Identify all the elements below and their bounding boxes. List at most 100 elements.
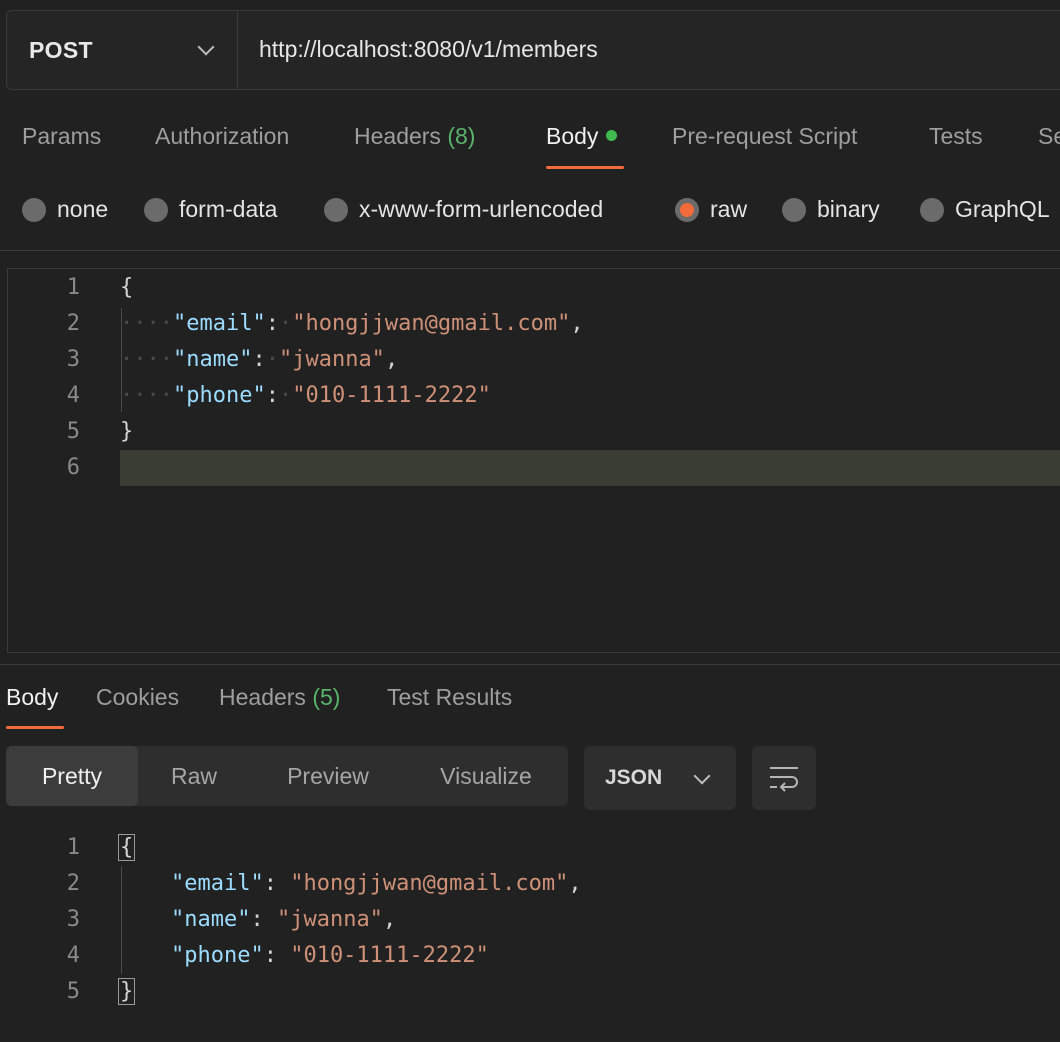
response-tab-headers-label: Headers — [219, 684, 306, 710]
line-number: 3 — [66, 347, 80, 372]
format-dropdown[interactable]: JSON — [584, 746, 736, 810]
code-line: "phone": "010-1111-2222" — [170, 943, 489, 968]
line-number: 4 — [66, 943, 80, 968]
tab-headers-label: Headers — [354, 123, 441, 149]
body-modified-dot-icon — [606, 130, 618, 141]
tab-pre-request-script[interactable]: Pre-request Script — [672, 123, 857, 150]
indent-whitespace: ···· — [120, 383, 173, 408]
wrap-lines-icon — [770, 767, 798, 792]
tab-tests[interactable]: Tests — [929, 123, 983, 150]
code-line: { — [118, 830, 582, 866]
radio-form-data[interactable]: form-data — [144, 196, 277, 223]
json-key: "phone" — [170, 943, 264, 968]
headers-count-badge: (8) — [447, 123, 476, 149]
code-line: ····"phone":·"010-1111-2222" — [120, 383, 491, 408]
code-line: } — [120, 414, 584, 450]
tab-authorization[interactable]: Authorization — [155, 123, 289, 150]
radio-form-data-icon — [144, 197, 168, 222]
method-dropdown[interactable]: POST — [7, 11, 238, 89]
line-number: 2 — [66, 871, 80, 896]
url-input[interactable]: http://localhost:8080/v1/members — [259, 36, 598, 63]
radio-form-data-label: form-data — [179, 196, 278, 222]
json-value: "010-1111-2222" — [290, 943, 489, 968]
line-number: 5 — [66, 979, 80, 1004]
line-number: 1 — [66, 835, 80, 860]
editor-code: { ····"email":·"hongjjwan@gmail.com", ··… — [120, 270, 584, 486]
format-label: JSON — [605, 766, 663, 789]
view-mode-selector: Pretty Raw Preview Visualize — [6, 746, 568, 806]
editor-line-numbers: 1 2 3 4 5 6 — [0, 270, 80, 486]
tab-body[interactable]: Body — [546, 123, 618, 150]
response-line-numbers: 1 2 3 4 5 — [0, 830, 80, 1010]
radio-raw-label: raw — [710, 196, 748, 222]
json-value: "jwanna" — [278, 347, 385, 372]
divider — [0, 664, 1060, 665]
json-value: "hongjjwan@gmail.com" — [290, 871, 569, 896]
radio-binary-label: binary — [817, 196, 880, 222]
open-brace: { — [118, 834, 136, 861]
json-value: "010-1111-2222" — [292, 383, 491, 408]
line-number: 1 — [66, 275, 80, 300]
json-key: "phone" — [172, 383, 266, 408]
line-number: 6 — [66, 455, 80, 480]
indent-whitespace: ···· — [120, 347, 173, 372]
request-url-bar: POST http://localhost:8080/v1/members — [6, 10, 1060, 90]
radio-urlencoded[interactable]: x-www-form-urlencoded — [324, 196, 603, 223]
json-comma: , — [384, 347, 399, 372]
response-body: { "email": "hongjjwan@gmail.com", "name"… — [118, 830, 582, 1010]
chevron-down-icon — [693, 767, 711, 785]
json-comma: , — [382, 907, 397, 932]
code-line: "name": "jwanna", — [170, 907, 397, 932]
radio-graphql-label: GraphQL — [955, 196, 1050, 222]
radio-binary-icon — [782, 197, 806, 222]
response-tab-cookies[interactable]: Cookies — [96, 684, 179, 711]
view-visualize-button[interactable]: Visualize — [426, 746, 546, 806]
radio-binary[interactable]: binary — [782, 196, 880, 223]
json-value: "hongjjwan@gmail.com" — [292, 311, 571, 336]
response-tab-test-results[interactable]: Test Results — [387, 684, 512, 711]
code-line: "email": "hongjjwan@gmail.com", — [170, 871, 582, 896]
view-pretty-button[interactable]: Pretty — [6, 746, 138, 806]
json-key: "email" — [172, 311, 266, 336]
line-number: 2 — [66, 311, 80, 336]
line-number: 3 — [66, 907, 80, 932]
radio-urlencoded-icon — [324, 197, 348, 222]
view-raw-button[interactable]: Raw — [138, 746, 250, 806]
method-label: POST — [29, 37, 93, 63]
json-key: "name" — [170, 907, 251, 932]
tab-params[interactable]: Params — [22, 123, 101, 150]
line-number: 4 — [66, 383, 80, 408]
response-tab-headers[interactable]: Headers (5) — [219, 684, 340, 711]
json-value: "jwanna" — [276, 907, 383, 932]
divider — [0, 250, 1060, 251]
wrap-lines-button[interactable] — [752, 746, 816, 810]
radio-none-icon — [22, 197, 46, 222]
tab-body-label: Body — [546, 123, 599, 149]
code-line: { — [120, 270, 584, 306]
code-line: } — [118, 974, 582, 1010]
radio-graphql[interactable]: GraphQL — [920, 196, 1050, 223]
radio-graphql-icon — [920, 197, 944, 222]
json-comma: , — [570, 311, 584, 336]
tab-headers[interactable]: Headers (8) — [354, 123, 475, 150]
radio-none-label: none — [57, 196, 109, 222]
code-line: ····"name":·"jwanna", — [120, 347, 399, 372]
line-number: 5 — [66, 419, 80, 444]
active-tab-underline — [6, 726, 64, 729]
view-preview-button[interactable]: Preview — [266, 746, 390, 806]
close-brace: } — [120, 419, 134, 444]
chevron-down-icon — [197, 38, 215, 56]
active-tab-underline — [546, 166, 624, 169]
radio-raw[interactable]: raw — [675, 196, 747, 223]
open-brace: { — [120, 275, 134, 300]
json-key: "name" — [172, 347, 253, 372]
json-key: "email" — [170, 871, 264, 896]
tab-settings[interactable]: Se — [1038, 123, 1060, 150]
indent-whitespace: ···· — [120, 311, 173, 336]
code-line: ····"email":·"hongjjwan@gmail.com", — [120, 311, 584, 336]
radio-urlencoded-label: x-www-form-urlencoded — [359, 196, 604, 222]
response-tab-body[interactable]: Body — [6, 684, 58, 711]
radio-none[interactable]: none — [22, 196, 108, 223]
close-brace: } — [118, 978, 136, 1005]
